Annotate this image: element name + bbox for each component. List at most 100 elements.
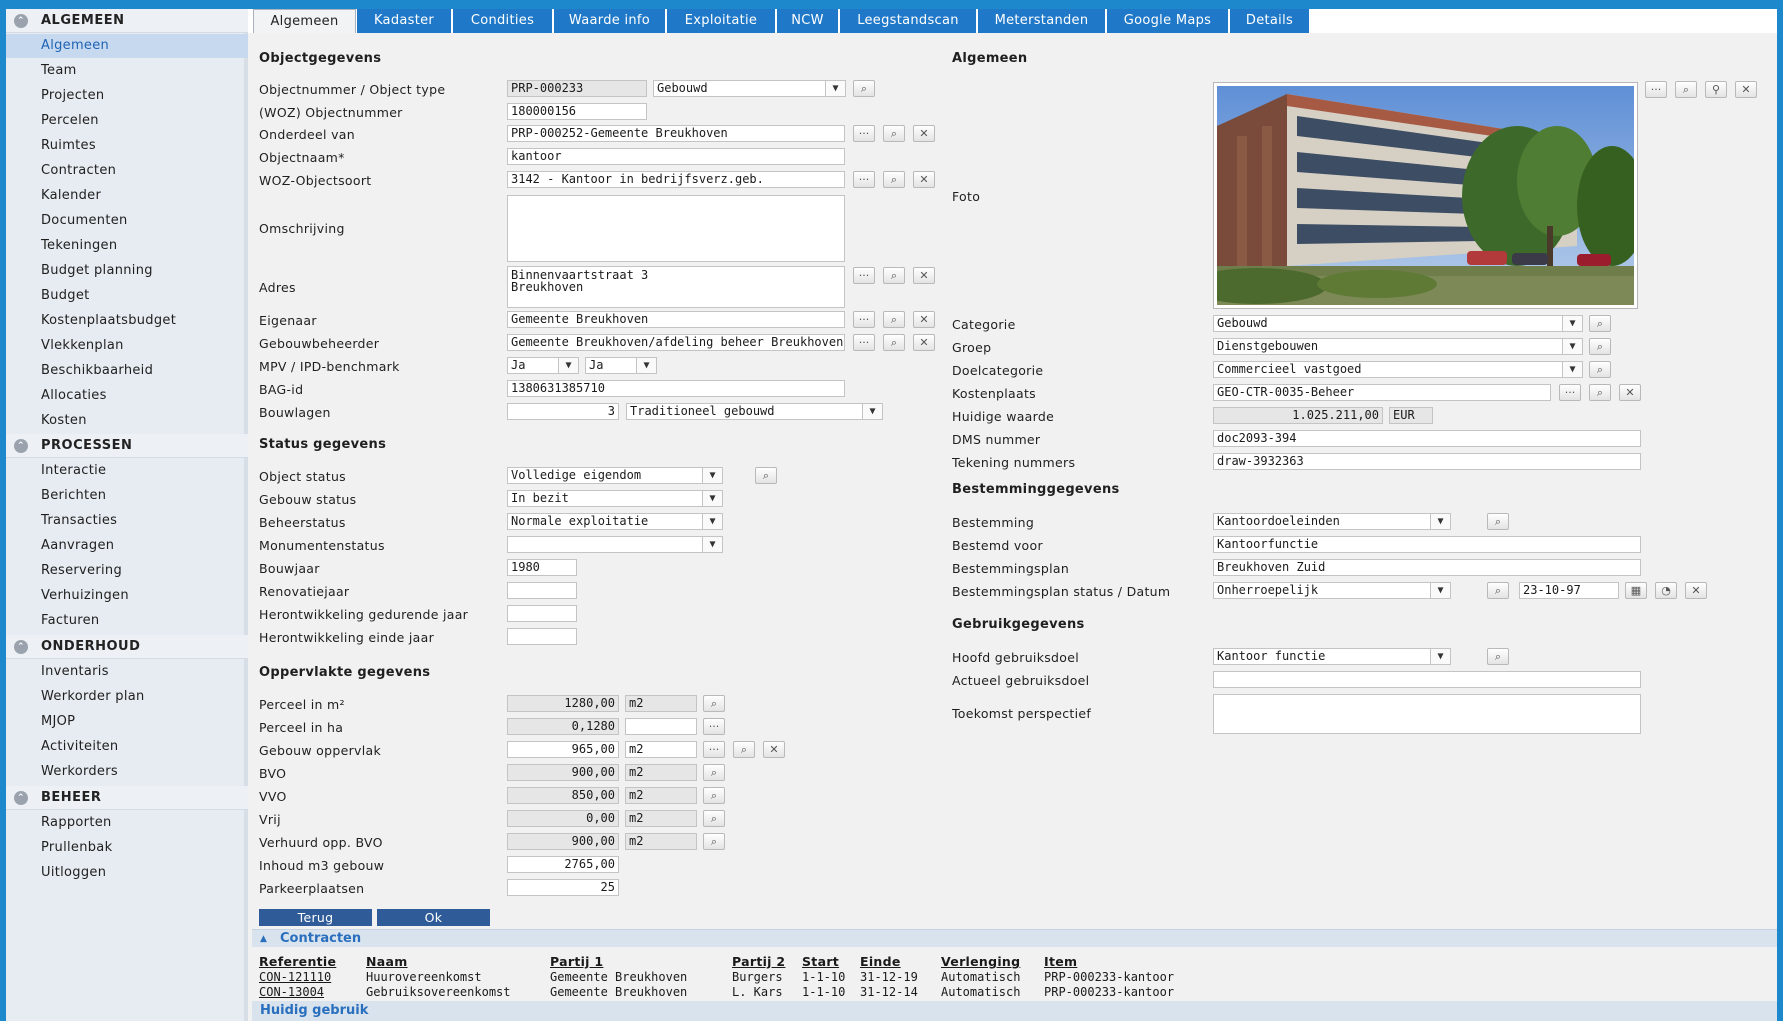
sidebar-item-kalender[interactable]: Kalender	[6, 184, 248, 208]
object-status-select[interactable]: Volledige eigendom ▼	[507, 467, 723, 484]
herontwikkeling-gedurende-field[interactable]	[507, 605, 577, 622]
vvo-field[interactable]: 850,00	[507, 787, 619, 804]
bouwlagen-field[interactable]: 3	[507, 403, 619, 420]
hoofd-gebruiksdoel-select[interactable]: Kantoor functie ▼	[1213, 648, 1451, 665]
sidebar-item-vlekkenplan[interactable]: Vlekkenplan	[6, 334, 248, 358]
herontwikkeling-einde-field[interactable]	[507, 628, 577, 645]
bestemd-voor-field[interactable]: Kantoorfunctie	[1213, 536, 1641, 553]
gebouwbeheerder-field[interactable]: Gemeente Breukhoven/afdeling beheer Breu…	[507, 334, 845, 351]
sidebar-section-beheer[interactable]: ⌃ BEHEER	[6, 786, 248, 810]
contract-referentie-link[interactable]: CON-121110	[259, 970, 331, 984]
clear-icon[interactable]: ✕	[913, 311, 935, 328]
sidebar-item-contracten[interactable]: Contracten	[6, 159, 248, 183]
beheerstatus-select[interactable]: Normale exploitatie ▼	[507, 513, 723, 530]
tekening-nummers-field[interactable]: draw-3932363	[1213, 453, 1641, 470]
column-header-einde[interactable]: Einde	[860, 954, 901, 969]
zoom-image-icon[interactable]: ⚲	[1705, 81, 1727, 98]
more-icon[interactable]: ···	[853, 334, 875, 351]
sidebar-item-prullenbak[interactable]: Prullenbak	[6, 836, 248, 860]
sidebar-item-mjop[interactable]: MJOP	[6, 710, 248, 734]
search-icon[interactable]: ⌕	[1589, 361, 1611, 378]
contracten-section-header[interactable]: ▲ Contracten	[252, 929, 1783, 947]
more-icon[interactable]: ···	[703, 741, 725, 758]
toekomst-perspectief-textarea[interactable]	[1213, 694, 1641, 734]
bestemmingsplan-status-select[interactable]: Onherroepelijk ▼	[1213, 582, 1451, 599]
clock-icon[interactable]: ◔	[1655, 582, 1677, 599]
sidebar-item-facturen[interactable]: Facturen	[6, 609, 248, 633]
search-icon[interactable]: ⌕	[1487, 513, 1509, 530]
search-icon[interactable]: ⌕	[853, 80, 875, 97]
bouwjaar-field[interactable]: 1980	[507, 559, 577, 576]
tab-waarde-info[interactable]: Waarde info	[554, 9, 666, 33]
search-icon[interactable]: ⌕	[703, 764, 725, 781]
more-icon[interactable]: ···	[703, 718, 725, 735]
sidebar-item-documenten[interactable]: Documenten	[6, 209, 248, 233]
clear-icon[interactable]: ✕	[913, 267, 935, 284]
tab-ncw[interactable]: NCW	[777, 9, 839, 33]
building-photo[interactable]	[1213, 82, 1638, 309]
clear-icon[interactable]: ✕	[913, 334, 935, 351]
gebouw-oppervlak-field[interactable]: 965,00	[507, 741, 619, 758]
bestemmingsplan-datum-field[interactable]: 23-10-97	[1519, 582, 1619, 599]
search-icon[interactable]: ⌕	[1589, 315, 1611, 332]
sidebar-item-berichten[interactable]: Berichten	[6, 484, 248, 508]
kostenplaats-field[interactable]: GEO-CTR-0035-Beheer	[1213, 384, 1551, 401]
sidebar-item-werkorder-plan[interactable]: Werkorder plan	[6, 685, 248, 709]
more-icon[interactable]: ···	[853, 171, 875, 188]
search-icon[interactable]: ⌕	[883, 125, 905, 142]
sidebar-item-interactie[interactable]: Interactie	[6, 459, 248, 483]
sidebar-item-transacties[interactable]: Transacties	[6, 509, 248, 533]
sidebar-item-ruimtes[interactable]: Ruimtes	[6, 134, 248, 158]
more-icon[interactable]: ···	[853, 267, 875, 284]
perceel-m2-field[interactable]: 1280,00	[507, 695, 619, 712]
sidebar-item-reservering[interactable]: Reservering	[6, 559, 248, 583]
eigenaar-field[interactable]: Gemeente Breukhoven	[507, 311, 845, 328]
sidebar-item-tekeningen[interactable]: Tekeningen	[6, 234, 248, 258]
calendar-icon[interactable]: ▦	[1625, 582, 1647, 599]
terug-button[interactable]: Terug	[259, 909, 372, 926]
bvo-field[interactable]: 900,00	[507, 764, 619, 781]
search-icon[interactable]: ⌕	[703, 833, 725, 850]
objectnaam-field[interactable]: kantoor	[507, 148, 845, 165]
inhoud-m3-field[interactable]: 2765,00	[507, 856, 619, 873]
actueel-gebruiksdoel-field[interactable]	[1213, 671, 1641, 688]
clear-icon[interactable]: ✕	[913, 125, 935, 142]
clear-icon[interactable]: ✕	[763, 741, 785, 758]
sidebar-item-budget[interactable]: Budget	[6, 284, 248, 308]
tab-algemeen[interactable]: Algemeen	[253, 9, 356, 33]
omschrijving-textarea[interactable]	[507, 195, 845, 262]
ok-button[interactable]: Ok	[377, 909, 490, 926]
search-icon[interactable]: ⌕	[1487, 582, 1509, 599]
clear-icon[interactable]: ✕	[1619, 384, 1641, 401]
verhuurd-bvo-field[interactable]: 900,00	[507, 833, 619, 850]
column-header-naam[interactable]: Naam	[366, 954, 408, 969]
gebouw-oppervlak-unit[interactable]: m2	[625, 741, 697, 758]
column-header-verlenging[interactable]: Verlenging	[941, 954, 1020, 969]
onderdeel-van-field[interactable]: PRP-000252-Gemeente Breukhoven	[507, 125, 845, 142]
perceel-ha-field[interactable]: 0,1280	[507, 718, 619, 735]
ipd-benchmark-select[interactable]: Ja ▼	[585, 357, 657, 374]
search-icon[interactable]: ⌕	[703, 695, 725, 712]
huidige-waarde-field[interactable]: 1.025.211,00	[1213, 407, 1383, 424]
mpv-select[interactable]: Ja ▼	[507, 357, 579, 374]
search-icon[interactable]: ⌕	[703, 787, 725, 804]
more-icon[interactable]: ···	[1645, 81, 1667, 98]
search-icon[interactable]: ⌕	[755, 467, 777, 484]
adres-textarea[interactable]: Binnenvaartstraat 3 Breukhoven	[507, 266, 845, 308]
gebouw-status-select[interactable]: In bezit ▼	[507, 490, 723, 507]
clear-icon[interactable]: ✕	[1685, 582, 1707, 599]
sidebar-item-projecten[interactable]: Projecten	[6, 84, 248, 108]
bag-id-field[interactable]: 1380631385710	[507, 380, 845, 397]
search-icon[interactable]: ⌕	[703, 810, 725, 827]
doelcategorie-select[interactable]: Commercieel vastgoed ▼	[1213, 361, 1583, 378]
bestemming-select[interactable]: Kantoordoeleinden ▼	[1213, 513, 1451, 530]
categorie-select[interactable]: Gebouwd ▼	[1213, 315, 1583, 332]
search-icon[interactable]: ⌕	[883, 334, 905, 351]
huidig-gebruik-section-header[interactable]: Huidig gebruik	[252, 1001, 1783, 1021]
tab-kadaster[interactable]: Kadaster	[357, 9, 452, 33]
search-icon[interactable]: ⌕	[883, 267, 905, 284]
sidebar-section-onderhoud[interactable]: ⌃ ONDERHOUD	[6, 635, 248, 659]
search-icon[interactable]: ⌕	[883, 311, 905, 328]
bouwlagen-type-select[interactable]: Traditioneel gebouwd ▼	[626, 403, 883, 420]
tab-google-maps[interactable]: Google Maps	[1107, 9, 1229, 33]
